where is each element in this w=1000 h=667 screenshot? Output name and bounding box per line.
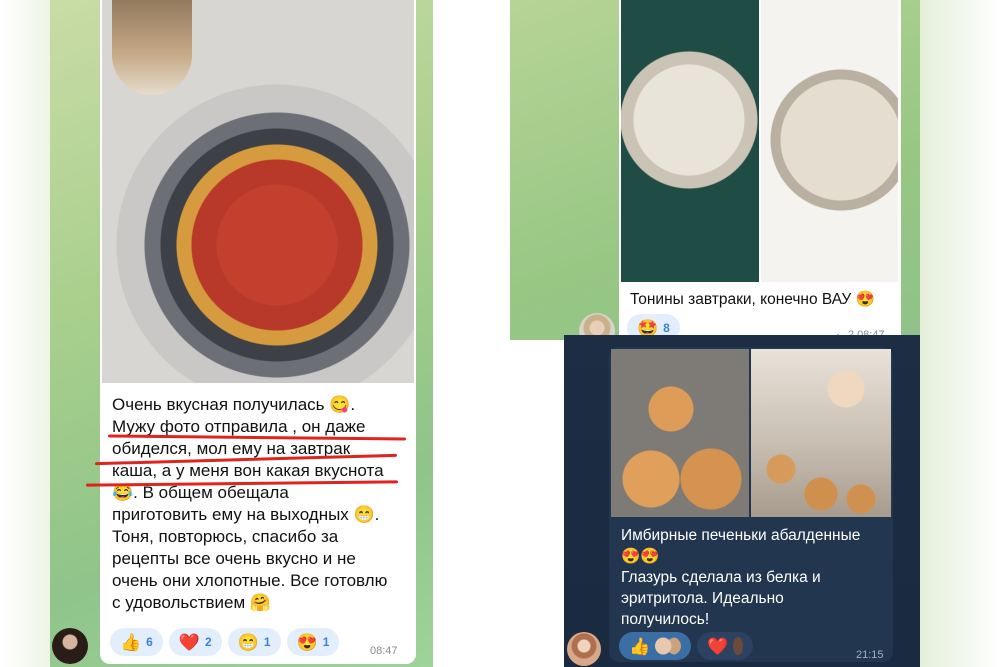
cake-photo-2[interactable] [761,0,898,282]
heart-icon: ❤️ [178,632,201,652]
right-margin [920,0,1000,667]
pizza-line: очень они хлопотные. Все готовлю [112,571,388,590]
message-time: 21:15 [856,649,884,661]
reaction-heart-eyes[interactable]: 😍 1 [286,628,340,656]
cake-photo-1[interactable] [621,0,759,282]
reaction-count: 1 [263,635,271,649]
left-margin [0,0,50,667]
heart-eyes-icon: 😍 [296,632,318,652]
reaction-grin[interactable]: 😁 1 [227,628,281,656]
pizza-line: Очень вкусная получилась 😋. [112,395,356,414]
reaction-thumbs-up[interactable]: 👍 6 [110,628,163,656]
reaction-heart[interactable]: ❤️ 2 [168,628,222,656]
cookies-photo-1[interactable] [611,349,749,517]
reaction-count: 6 [146,635,153,649]
cookies-reactions: 👍 ❤️ [619,632,753,660]
cookies-line: 😍😍 [621,548,660,565]
pizza-reactions: 👍 6 ❤️ 2 😁 1 😍 1 [110,628,340,656]
reaction-count: 1 [322,635,330,649]
cookies-message-text: Имбирные печеньки абалденные 😍😍 Глазурь … [621,525,889,630]
pizza-line: Тоня, повторюсь, спасибо за [112,527,339,546]
thumbs-up-icon: 👍 [120,632,142,652]
heart-icon: ❤️ [707,636,729,656]
reactor-avatars [655,637,681,655]
grin-icon: 😁 [237,632,259,652]
reaction-count: 2 [205,635,212,649]
pizza-message-text: Очень вкусная получилась 😋. Мужу фото от… [112,394,412,614]
message-time: 08:47 [370,645,398,657]
sender-avatar[interactable] [52,628,88,664]
star-struck-icon: 🤩 [637,318,659,338]
sender-avatar[interactable] [567,632,601,666]
cookies-photo-2[interactable] [751,349,891,517]
pizza-line: приготовить ему на выходных 😁. [112,505,380,524]
pizza-line: рецепты все очень вкусно и не [112,549,356,568]
reaction-thumbs-up[interactable]: 👍 [619,632,691,660]
reaction-heart[interactable]: ❤️ [697,632,753,660]
pizza-line: с удовольствием 🤗 [112,593,272,612]
middle-margin [433,0,510,667]
cookies-line: эритритола. Идеально [621,590,784,607]
reactor-avatar [733,637,743,655]
cookies-line: Имбирные печеньки абалденные [621,527,861,544]
cake-message-text: Тонины завтраки, конечно ВАУ 😍 [630,291,875,308]
reaction-count: 8 [663,321,670,335]
pizza-photo[interactable] [102,0,414,383]
coffee-cup-image [112,0,192,95]
cookies-line: Глазурь сделала из белка и [621,569,821,586]
thumbs-up-icon: 👍 [629,636,651,656]
cookies-line: получилось! [621,611,710,628]
